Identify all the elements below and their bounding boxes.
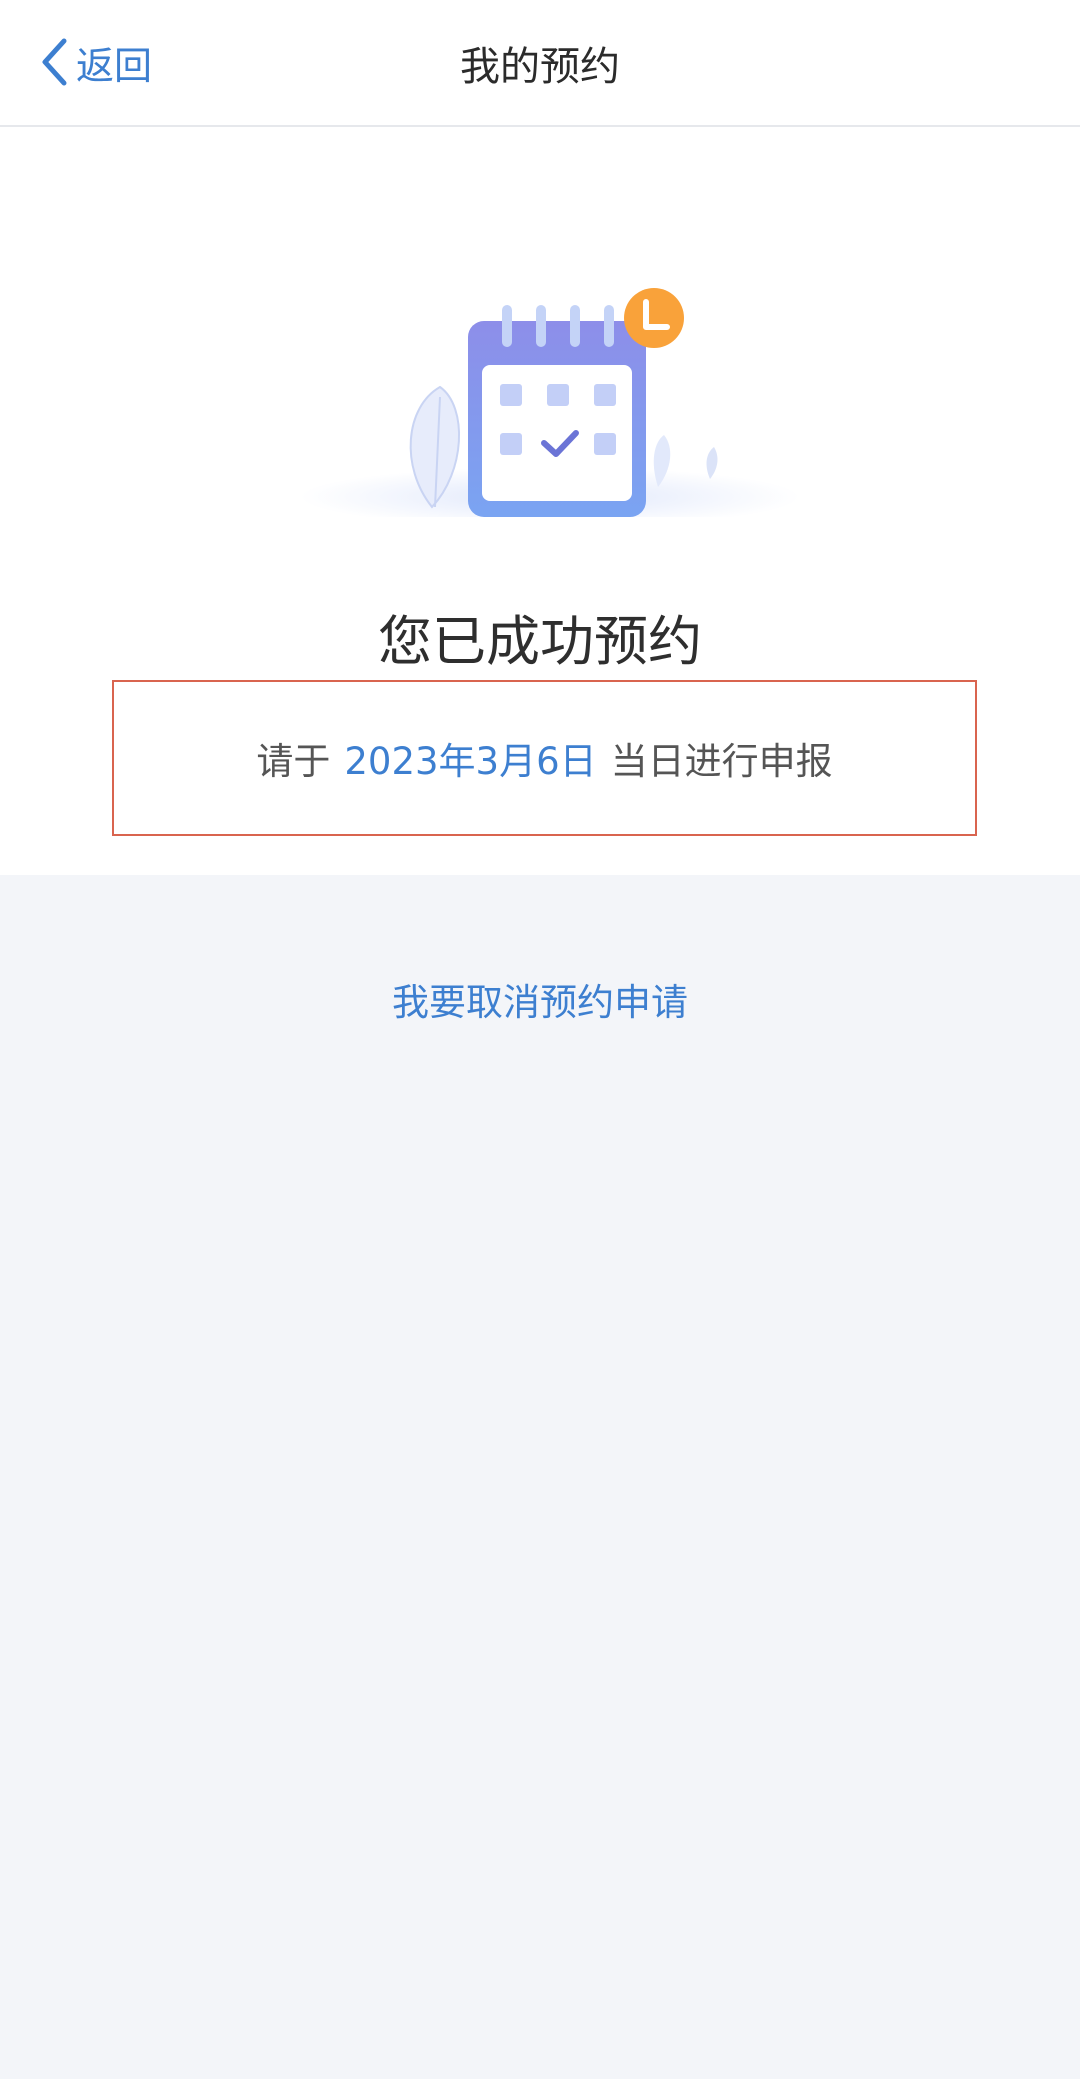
page-title: 我的预约 [460,44,620,90]
calendar-clock-illustration [290,257,810,527]
appointment-date-box: 请于 2023年3月6日 当日进行申报 [112,680,977,836]
date-prefix: 请于 [256,740,331,783]
success-panel: 您已成功预约 请于 2023年3月6日 当日进行申报 [0,127,1080,875]
cancel-appointment-link[interactable]: 我要取消预约申请 [0,972,1080,1026]
appointment-date: 2023年3月6日 [344,740,597,783]
nav-bar: 返回 我的预约 [0,0,1080,127]
date-suffix: 当日进行申报 [610,740,833,783]
success-title: 您已成功预约 [378,610,702,673]
